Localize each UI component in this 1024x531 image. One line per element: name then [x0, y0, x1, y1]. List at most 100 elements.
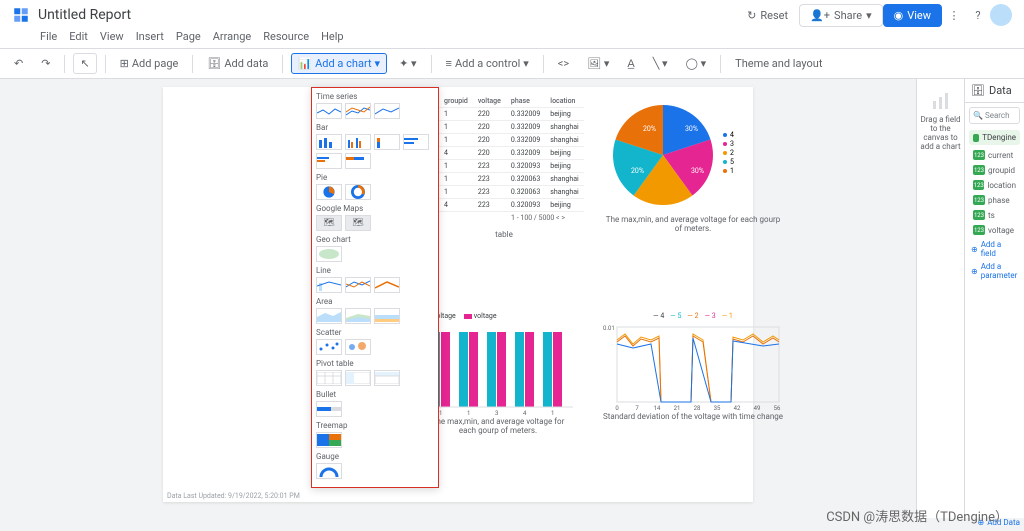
- bar-legend: voltagevoltage: [423, 312, 573, 320]
- table-row[interactable]: 42200.332009beijing: [439, 147, 584, 160]
- field-location[interactable]: 123location: [969, 178, 1020, 192]
- text-button[interactable]: A̲: [621, 54, 640, 73]
- data-source[interactable]: TDengine: [969, 130, 1020, 145]
- table-row[interactable]: 12200.332009shanghai: [439, 121, 584, 134]
- chart-gmap-2[interactable]: 🗺: [345, 215, 371, 231]
- svg-text:49: 49: [754, 405, 761, 412]
- chart-pie-2[interactable]: [345, 184, 371, 200]
- image-button[interactable]: 🖼 ▾: [581, 54, 615, 73]
- chart-area-3[interactable]: [374, 308, 400, 324]
- avatar[interactable]: [990, 4, 1012, 26]
- chart-treemap-1[interactable]: [316, 432, 342, 448]
- report-title[interactable]: Untitled Report: [38, 7, 131, 23]
- line-caption: Standard deviation of the voltage with t…: [603, 412, 783, 421]
- chart-type-menu: Time series Bar Pie Google Maps🗺🗺 Geo ch…: [311, 87, 439, 488]
- chart-line-2[interactable]: [345, 277, 371, 293]
- chart-timeseries-2[interactable]: [345, 103, 371, 119]
- svg-text:2: 2: [730, 149, 734, 157]
- add-data-button[interactable]: 🗄 Add data: [201, 54, 274, 73]
- chart-timeseries-1[interactable]: [316, 103, 342, 119]
- svg-text:14: 14: [654, 405, 661, 412]
- chart-bar-3[interactable]: [374, 134, 400, 150]
- chart-area-2[interactable]: [345, 308, 371, 324]
- chart-bar-2[interactable]: [345, 134, 371, 150]
- menu-help[interactable]: Help: [321, 30, 344, 43]
- chart-scatter-1[interactable]: [316, 339, 342, 355]
- table-label: table: [439, 230, 569, 239]
- pointer-button[interactable]: ↖: [73, 53, 96, 74]
- add-control-button[interactable]: ≡ Add a control ▾: [440, 54, 535, 73]
- chart-placeholder-icon[interactable]: [931, 91, 951, 111]
- chart-line-1[interactable]: [316, 277, 342, 293]
- chart-bar-6[interactable]: [345, 153, 371, 169]
- search-input[interactable]: 🔍 Search: [969, 107, 1020, 124]
- report-canvas[interactable]: Time series Bar Pie Google Maps🗺🗺 Geo ch…: [163, 87, 753, 502]
- chart-gauge-1[interactable]: [316, 463, 342, 479]
- table-row[interactable]: 12200.332009beijing: [439, 108, 584, 121]
- chart-bar-5[interactable]: [316, 153, 342, 169]
- community-viz-button[interactable]: ✦ ▾: [393, 54, 422, 73]
- menu-view[interactable]: View: [100, 30, 124, 43]
- chart-bar-4[interactable]: [403, 134, 429, 150]
- undo-button[interactable]: ↶: [8, 54, 29, 73]
- field-phase[interactable]: 123phase: [969, 193, 1020, 207]
- table-pager[interactable]: 1 - 100 / 5000 < >: [439, 212, 569, 224]
- menu-file[interactable]: File: [40, 30, 57, 43]
- chart-line-3[interactable]: [374, 277, 400, 293]
- line-legend: — 4— 5— 2— 3— 1: [603, 312, 783, 320]
- field-ts[interactable]: 123ts: [969, 208, 1020, 222]
- chart-pie-1[interactable]: [316, 184, 342, 200]
- bar-chart[interactable]: 11341: [423, 322, 573, 417]
- share-button[interactable]: 👤+ Share ▾: [799, 4, 883, 27]
- url-embed-button[interactable]: <>: [552, 54, 575, 73]
- svg-text:42: 42: [734, 405, 741, 412]
- menu-edit[interactable]: Edit: [69, 30, 88, 43]
- svg-text:35: 35: [714, 405, 721, 412]
- svg-text:4: 4: [730, 131, 734, 139]
- theme-button[interactable]: Theme and layout: [729, 54, 828, 73]
- chart-area-1[interactable]: [316, 308, 342, 324]
- drag-hint: Drag a field to thecanvas to add a chart: [917, 115, 964, 151]
- table-row[interactable]: 12230.320063shanghai: [439, 173, 584, 186]
- redo-button[interactable]: ↷: [35, 54, 56, 73]
- help-icon[interactable]: ?: [966, 3, 990, 27]
- table-row[interactable]: 12200.332009shanghai: [439, 134, 584, 147]
- svg-text:3: 3: [495, 410, 498, 417]
- chart-gmap-1[interactable]: 🗺: [316, 215, 342, 231]
- more-icon[interactable]: ⋮: [942, 3, 966, 27]
- svg-text:1: 1: [551, 410, 554, 417]
- field-current[interactable]: 123current: [969, 148, 1020, 162]
- menu-resource[interactable]: Resource: [263, 30, 309, 43]
- view-button[interactable]: ◉ View: [883, 4, 942, 27]
- menu-page[interactable]: Page: [176, 30, 201, 43]
- chart-geo-1[interactable]: [316, 246, 342, 262]
- shape-button[interactable]: ◯ ▾: [680, 54, 713, 73]
- chart-scatter-2[interactable]: [345, 339, 371, 355]
- svg-text:1: 1: [439, 410, 442, 417]
- table-row[interactable]: 12230.320093beijing: [439, 160, 584, 173]
- add-chart-button[interactable]: 📊 Add a chart ▾: [291, 53, 387, 74]
- svg-text:4: 4: [523, 410, 527, 417]
- line-button[interactable]: ╲ ▾: [647, 54, 674, 73]
- add-parameter-button[interactable]: ⊕ Add a parameter: [965, 260, 1024, 282]
- add-field-button[interactable]: ⊕ Add a field: [965, 238, 1024, 260]
- line-chart[interactable]: 0.01 0714212835424956: [603, 322, 783, 412]
- table-row[interactable]: 12230.320063shanghai: [439, 186, 584, 199]
- chart-timeseries-3[interactable]: [374, 103, 400, 119]
- svg-text:20%: 20%: [643, 125, 656, 133]
- chart-pivot-3[interactable]: [374, 370, 400, 386]
- menu-arrange[interactable]: Arrange: [213, 30, 251, 43]
- field-groupid[interactable]: 123groupid: [969, 163, 1020, 177]
- chart-pivot-1[interactable]: [316, 370, 342, 386]
- add-page-button[interactable]: ⊞ Add page: [114, 54, 185, 73]
- field-voltage[interactable]: 123voltage: [969, 223, 1020, 237]
- data-table[interactable]: groupidvoltagephaselocation 12200.332009…: [439, 95, 584, 212]
- chart-bar-1[interactable]: [316, 134, 342, 150]
- pie-caption: The max,min, and average voltage for eac…: [603, 215, 783, 233]
- table-row[interactable]: 42230.320093beijing: [439, 199, 584, 212]
- chart-pivot-2[interactable]: [345, 370, 371, 386]
- chart-bullet-1[interactable]: [316, 401, 342, 417]
- pie-chart[interactable]: 30% 30% 20% 20% 4 3 2 5 1: [603, 95, 753, 215]
- reset-button[interactable]: ↻ Reset: [736, 4, 799, 27]
- menu-insert[interactable]: Insert: [136, 30, 164, 43]
